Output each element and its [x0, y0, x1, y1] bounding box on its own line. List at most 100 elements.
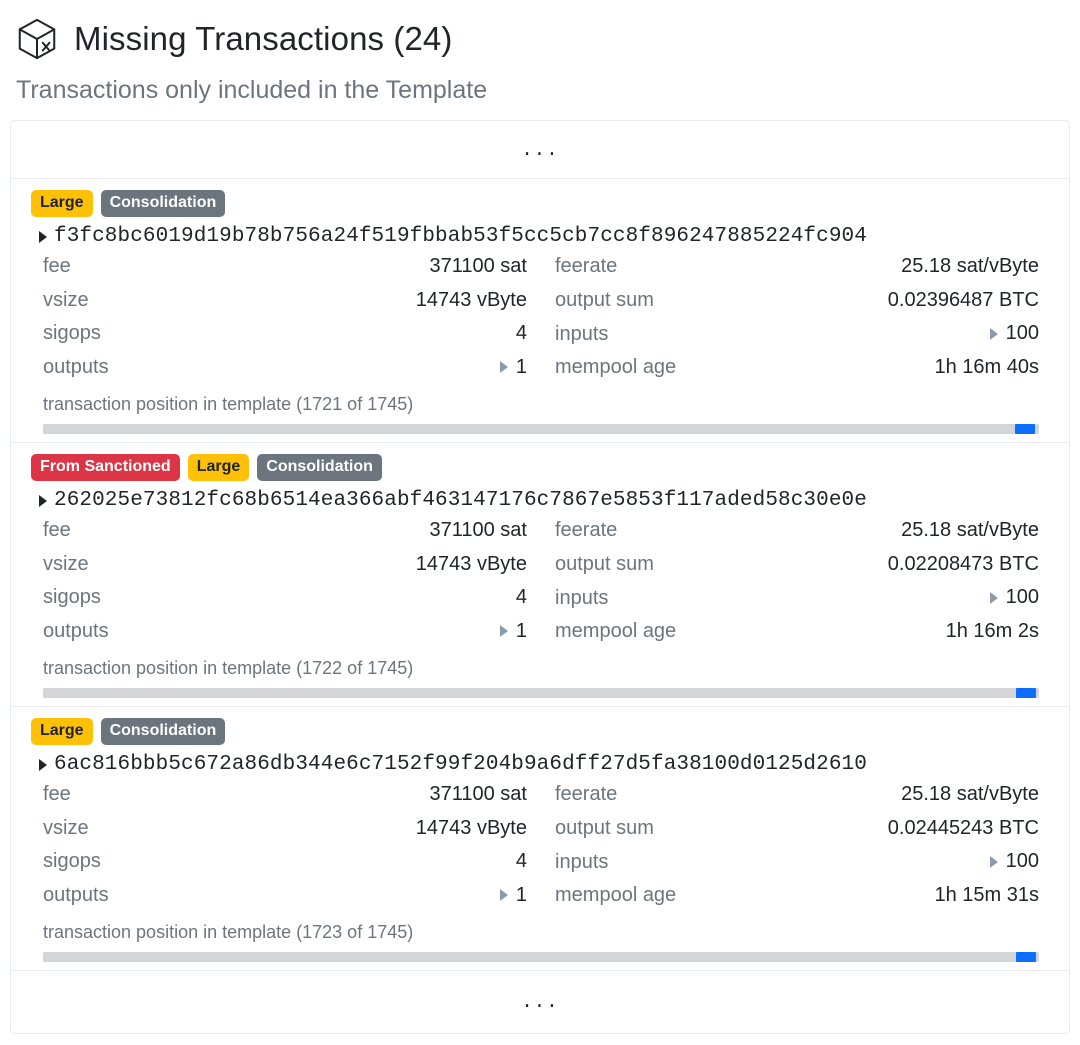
stat-label-inputs: inputs — [555, 322, 609, 345]
template-position-label: transaction position in template (1721 o… — [43, 394, 414, 414]
missing-transactions-card: ... Large Consolidation f3fc8bc6019d19b78… — [10, 120, 1070, 1034]
stat-label-output-sum: output sum — [555, 288, 654, 311]
txid-row[interactable]: 262025e73812fc68b6514ea366abf463147176c7… — [39, 488, 1049, 513]
stat-label-sigops: sigops — [43, 586, 101, 608]
stat-value-inputs[interactable]: 100 — [989, 586, 1039, 609]
stat-outputs[interactable]: outputs 1 — [43, 356, 527, 390]
stat-label-sigops: sigops — [43, 850, 101, 872]
outputs-expand-caret-icon[interactable] — [499, 361, 508, 373]
transaction-id[interactable]: 6ac816bbb5c672a86db344e6c7152f99f204b9a6… — [54, 752, 867, 777]
stat-value-vsize: 14743 vByte — [415, 816, 527, 839]
inputs-expand-caret-icon[interactable] — [989, 591, 998, 604]
stat-mempool-age: mempool age 1h 15m 31s — [555, 884, 1039, 918]
expand-caret-icon[interactable] — [39, 494, 47, 507]
badge-consolidation: Consolidation — [100, 190, 226, 217]
stat-value-output-sum: 0.02445243 BTC — [887, 816, 1039, 839]
stat-value-vsize: 14743 vByte — [415, 552, 527, 575]
stat-value-mempool-age: 1h 15m 31s — [934, 883, 1039, 906]
txid-row[interactable]: 6ac816bbb5c672a86db344e6c7152f99f204b9a6… — [39, 752, 1049, 777]
template-position-marker — [1016, 688, 1036, 698]
stat-feerate: feerate 25.18 sat/vByte — [555, 783, 1039, 817]
badge-large: Large — [31, 190, 93, 217]
stat-value-fee: 371100 sat — [429, 783, 528, 805]
template-position-marker — [1015, 424, 1035, 434]
template-position-marker — [1016, 952, 1036, 962]
stat-vsize: vsize 14743 vByte — [43, 817, 527, 851]
stat-value-inputs[interactable]: 100 — [989, 850, 1039, 873]
stat-inputs[interactable]: inputs 100 — [555, 850, 1039, 884]
stat-value-feerate: 25.18 sat/vByte — [901, 783, 1039, 805]
stat-value-inputs[interactable]: 100 — [989, 322, 1039, 345]
template-position-bar — [43, 424, 1039, 434]
stat-label-mempool-age: mempool age — [555, 883, 677, 906]
badge-large: Large — [31, 718, 93, 745]
inputs-expand-caret-icon[interactable] — [989, 855, 998, 868]
outputs-count: 1 — [515, 883, 527, 906]
template-position-label: transaction position in template (1722 o… — [43, 658, 414, 678]
page-header: Missing Transactions (24) — [10, 10, 1070, 62]
template-position-label: transaction position in template (1723 o… — [43, 922, 414, 942]
transaction-id[interactable]: 262025e73812fc68b6514ea366abf463147176c7… — [54, 488, 867, 513]
stat-fee: fee 371100 sat — [43, 783, 527, 817]
stat-value-sigops: 4 — [515, 850, 527, 872]
stat-value-outputs[interactable]: 1 — [499, 620, 527, 643]
expand-caret-icon[interactable] — [39, 758, 47, 771]
stat-output-sum: output sum 0.02445243 BTC — [555, 817, 1039, 851]
page-title: Missing Transactions (24) — [74, 20, 453, 57]
transaction-row-1: From Sanctioned Large Consolidation 262025… — [11, 443, 1069, 707]
stat-fee: fee 371100 sat — [43, 519, 527, 553]
transaction-stats: fee 371100 sat vsize 14743 vByte sigops … — [31, 519, 1049, 653]
stat-label-vsize: vsize — [43, 816, 89, 839]
stat-label-outputs: outputs — [43, 356, 109, 378]
badge-group: From Sanctioned Large Consolidation — [31, 454, 1049, 481]
stats-left-column: fee 371100 sat vsize 14743 vByte sigops … — [43, 519, 527, 653]
transaction-stats: fee 371100 sat vsize 14743 vByte sigops … — [31, 783, 1049, 917]
stat-value-feerate: 25.18 sat/vByte — [901, 255, 1039, 277]
inputs-count: 100 — [1005, 322, 1039, 344]
block-missing-icon — [18, 18, 56, 60]
stat-value-feerate: 25.18 sat/vByte — [901, 519, 1039, 541]
stat-label-vsize: vsize — [43, 552, 89, 575]
transaction-row-0: Large Consolidation f3fc8bc6019d19b78b756… — [11, 179, 1069, 443]
stat-value-sigops: 4 — [515, 322, 527, 344]
outputs-count: 1 — [515, 355, 527, 378]
stat-feerate: feerate 25.18 sat/vByte — [555, 519, 1039, 553]
expand-caret-icon[interactable] — [39, 230, 47, 243]
stat-value-vsize: 14743 vByte — [415, 288, 527, 311]
stat-mempool-age: mempool age 1h 16m 40s — [555, 356, 1039, 390]
stat-value-fee: 371100 sat — [429, 255, 528, 277]
transaction-id[interactable]: f3fc8bc6019d19b78b756a24f519fbbab53f5cc5… — [54, 224, 867, 249]
stat-label-fee: fee — [43, 255, 71, 277]
missing-transactions-page: Missing Transactions (24) Transactions o… — [0, 0, 1080, 1034]
stats-right-column: feerate 25.18 sat/vByte output sum 0.024… — [555, 783, 1039, 917]
badge-sanctioned: From Sanctioned — [31, 454, 180, 481]
stat-sigops: sigops 4 — [43, 586, 527, 620]
txid-row[interactable]: f3fc8bc6019d19b78b756a24f519fbbab53f5cc5… — [39, 224, 1049, 249]
stat-value-outputs[interactable]: 1 — [499, 883, 527, 907]
template-position-bar — [43, 688, 1039, 698]
stat-label-outputs: outputs — [43, 620, 109, 642]
stat-label-inputs: inputs — [555, 850, 609, 873]
stat-value-fee: 371100 sat — [429, 519, 528, 541]
stat-value-sigops: 4 — [515, 586, 527, 608]
badge-group: Large Consolidation — [31, 718, 1049, 745]
badge-group: Large Consolidation — [31, 190, 1049, 217]
stat-label-sigops: sigops — [43, 322, 101, 344]
ellipsis-row-bottom[interactable]: ... — [11, 970, 1069, 1033]
stat-mempool-age: mempool age 1h 16m 2s — [555, 620, 1039, 654]
stat-label-mempool-age: mempool age — [555, 619, 677, 642]
stat-vsize: vsize 14743 vByte — [43, 553, 527, 587]
stat-value-outputs[interactable]: 1 — [499, 355, 527, 379]
stat-label-output-sum: output sum — [555, 552, 654, 575]
stat-outputs[interactable]: outputs 1 — [43, 620, 527, 654]
inputs-count: 100 — [1005, 586, 1039, 608]
outputs-expand-caret-icon[interactable] — [499, 625, 508, 637]
stat-label-fee: fee — [43, 519, 71, 541]
outputs-expand-caret-icon[interactable] — [499, 889, 508, 901]
stat-value-output-sum: 0.02396487 BTC — [887, 288, 1039, 311]
inputs-expand-caret-icon[interactable] — [989, 327, 998, 340]
stat-inputs[interactable]: inputs 100 — [555, 322, 1039, 356]
stat-inputs[interactable]: inputs 100 — [555, 586, 1039, 620]
stat-outputs[interactable]: outputs 1 — [43, 884, 527, 918]
ellipsis-row-top[interactable]: ... — [11, 121, 1069, 179]
